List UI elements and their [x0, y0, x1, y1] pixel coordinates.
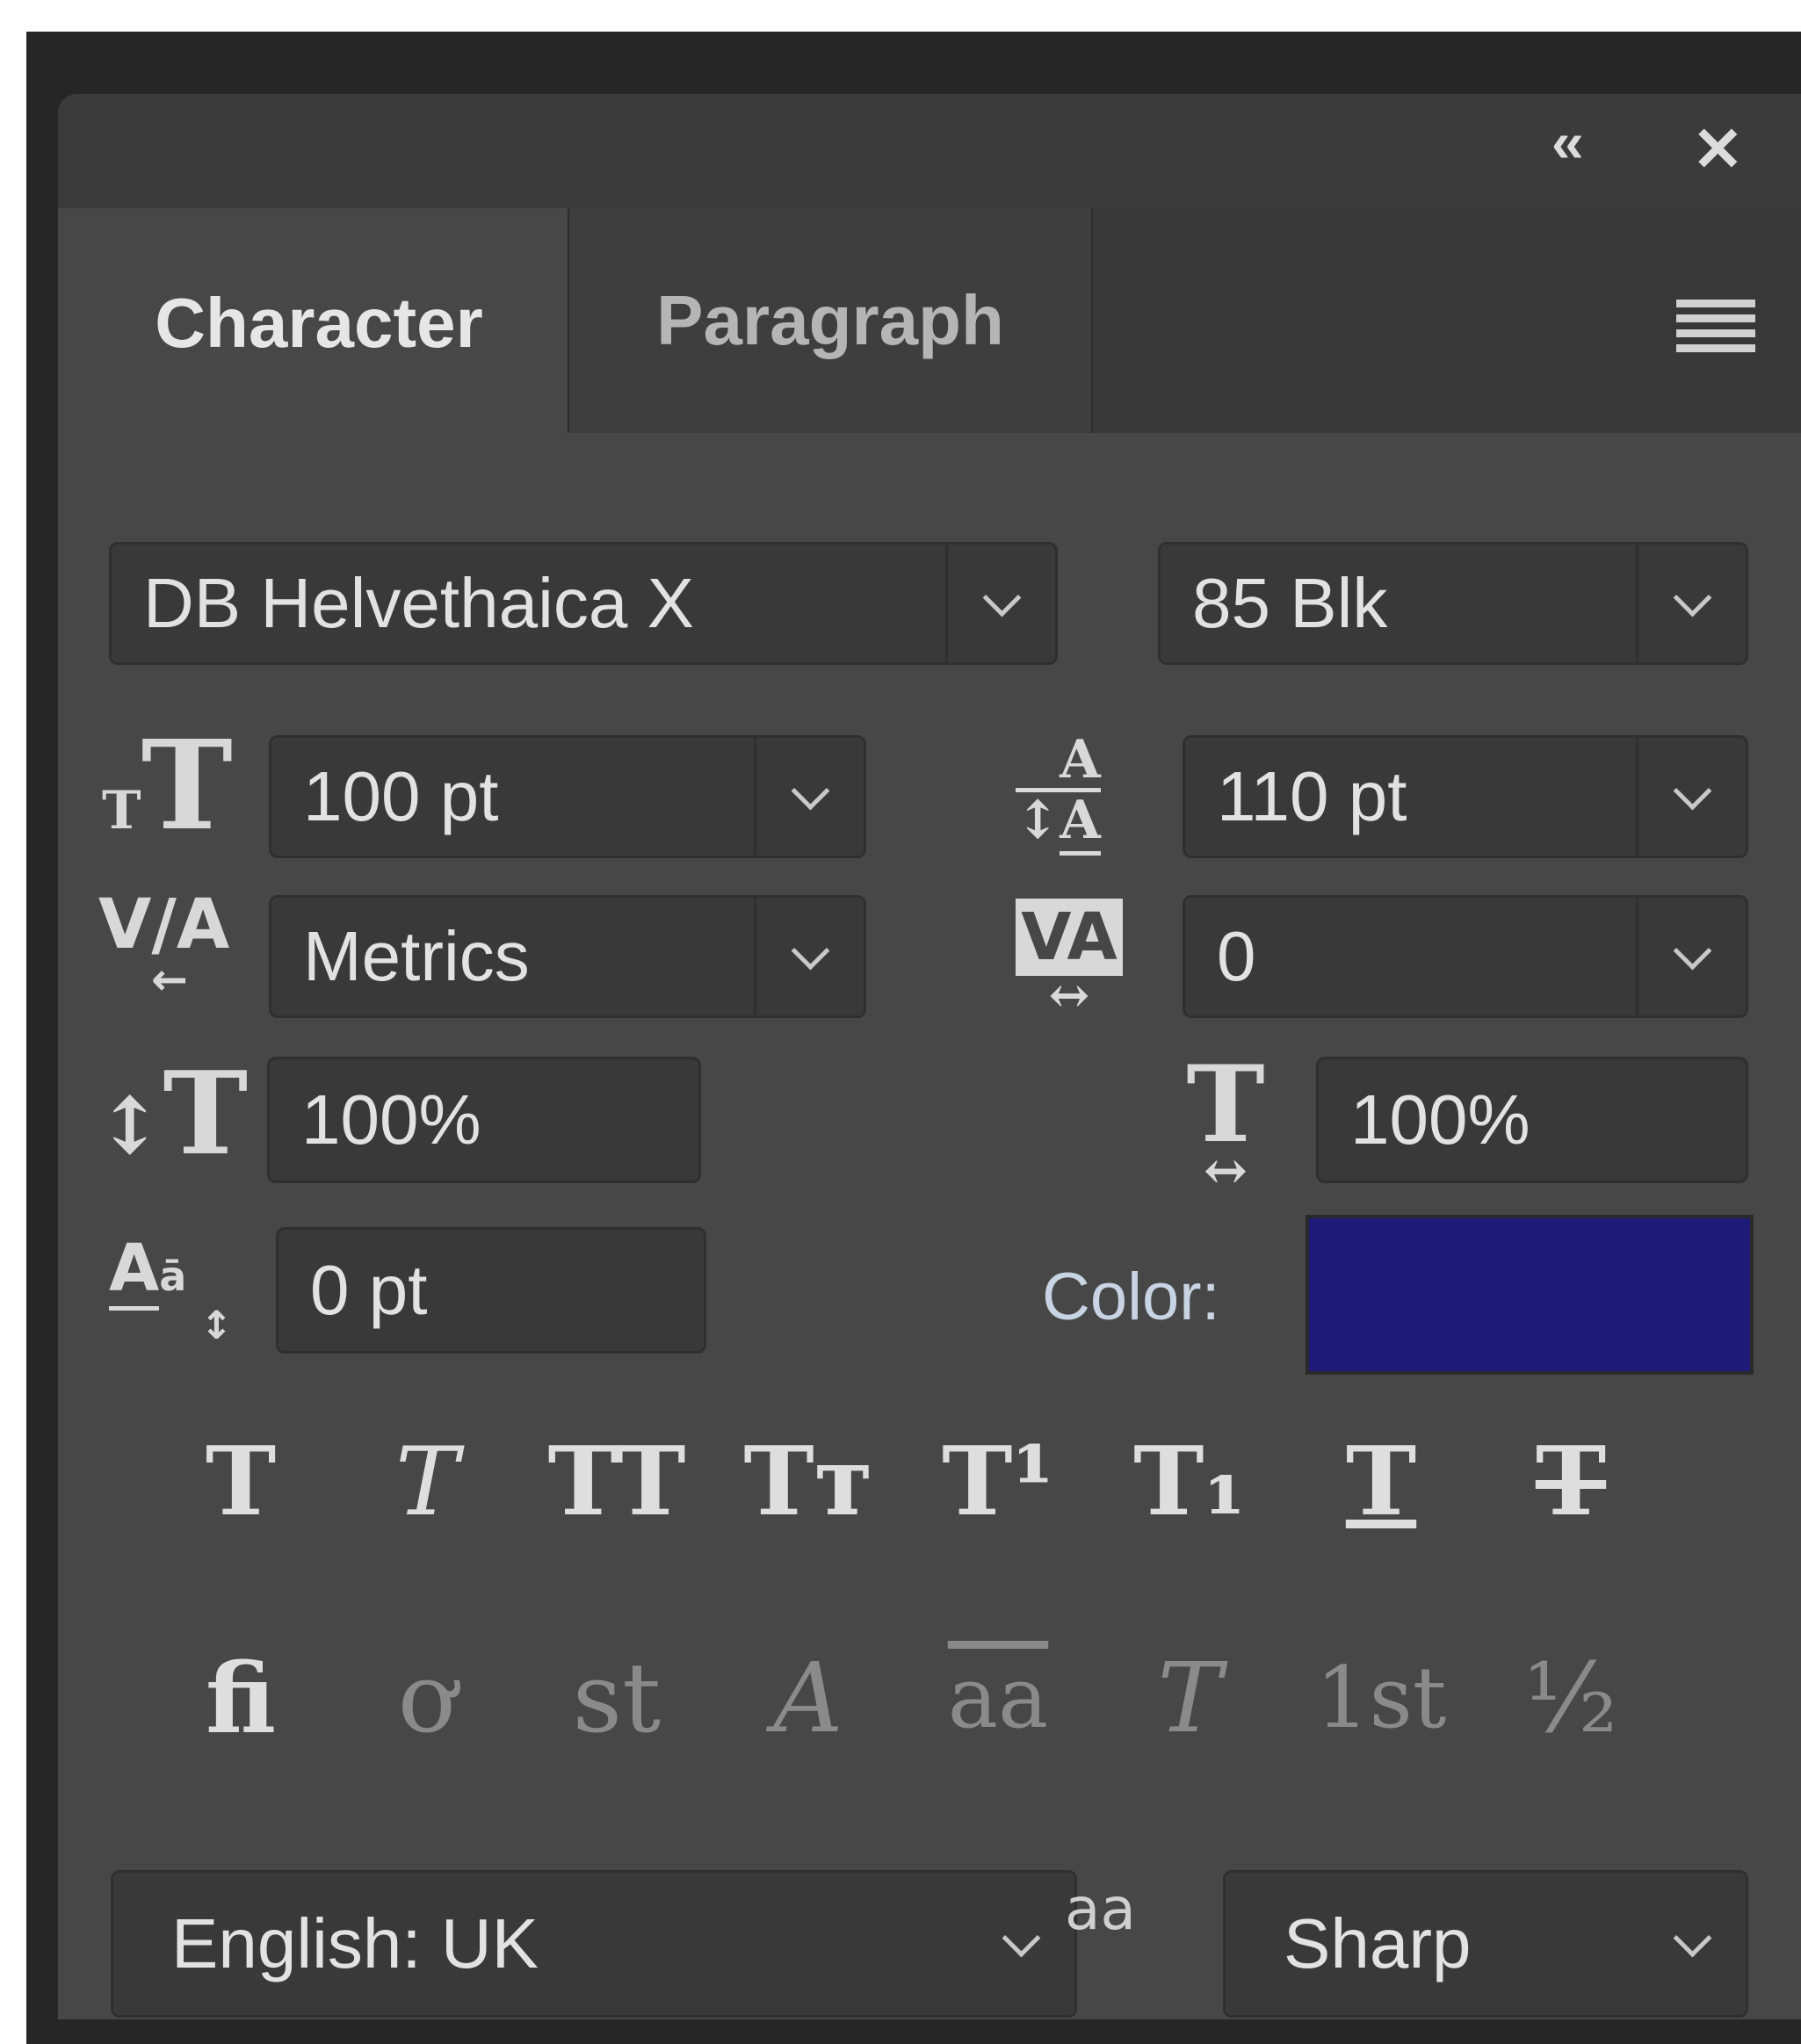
all-caps-button[interactable]: TT — [538, 1412, 696, 1552]
kerning-icon: V/A ← — [98, 885, 230, 1005]
faux-bold-button[interactable]: T — [162, 1412, 320, 1552]
font-size-value: 100 pt — [303, 757, 499, 835]
stylistic-alternates-button[interactable]: aa — [919, 1619, 1077, 1777]
language-select[interactable]: English: UK — [111, 1870, 1077, 2018]
panel-titlebar: ‹‹ ✕ — [58, 94, 1801, 208]
chevron-down-icon[interactable] — [1636, 898, 1746, 1015]
chevron-down-icon[interactable] — [754, 738, 864, 856]
chevron-down-icon[interactable] — [1636, 545, 1746, 662]
horizontal-scale-value: 100% — [1350, 1080, 1530, 1159]
antialias-value: Sharp — [1284, 1904, 1472, 1983]
color-swatch[interactable] — [1306, 1215, 1754, 1375]
language-value: English: UK — [171, 1904, 539, 1983]
fractions-button[interactable]: ½ — [1492, 1619, 1650, 1777]
small-caps-button[interactable]: Tт — [729, 1412, 887, 1552]
tracking-value: 0 — [1217, 917, 1256, 995]
chevron-down-icon[interactable] — [967, 1873, 1074, 2015]
tracking-field[interactable]: 0 — [1183, 895, 1748, 1018]
strikethrough-button[interactable]: T — [1492, 1412, 1650, 1552]
faux-italic-button[interactable]: T — [348, 1412, 506, 1552]
discretionary-ligatures-button[interactable]: st — [538, 1619, 696, 1777]
chevron-down-icon[interactable] — [945, 545, 1055, 662]
swash-button[interactable]: A — [729, 1619, 887, 1777]
leading-field[interactable]: 110 pt — [1183, 735, 1748, 858]
tracking-icon: VA ↔ — [1016, 899, 1123, 1020]
font-size-field[interactable]: 100 pt — [269, 735, 866, 858]
character-panel: ‹‹ ✕ Character Paragraph DB Helvethaica … — [58, 94, 1801, 2019]
standard-ligatures-button[interactable]: ﬁ — [162, 1619, 320, 1777]
ordinals-button[interactable]: 1st — [1302, 1619, 1460, 1777]
antialias-select[interactable]: Sharp — [1223, 1870, 1748, 2018]
tab-paragraph[interactable]: Paragraph — [568, 208, 1093, 433]
baseline-shift-icon: Aā ↕ — [109, 1231, 233, 1348]
subscript-button[interactable]: T₁ — [1110, 1412, 1269, 1552]
color-label: Color: — [1042, 1260, 1220, 1334]
underline-button[interactable]: T — [1302, 1412, 1460, 1552]
hamburger-menu-icon[interactable] — [1676, 300, 1755, 359]
tab-bar: Character Paragraph — [70, 208, 1801, 438]
vertical-scale-value: 100% — [301, 1080, 481, 1159]
font-style-value: 85 Blk — [1192, 564, 1388, 642]
font-family-select[interactable]: DB Helvethaica X — [109, 542, 1058, 665]
kerning-select[interactable]: Metrics — [269, 895, 866, 1018]
antialias-icon: aa — [1065, 1875, 1136, 1943]
vertical-scale-field[interactable]: 100% — [267, 1057, 701, 1183]
tab-character[interactable]: Character — [70, 208, 568, 438]
kerning-value: Metrics — [303, 917, 530, 995]
close-icon[interactable]: ✕ — [1692, 113, 1744, 185]
superscript-button[interactable]: T¹ — [919, 1412, 1077, 1552]
vertical-scale-icon: ↕T — [97, 1046, 249, 1181]
titling-alternates-button[interactable]: T — [1110, 1619, 1269, 1777]
chevron-down-icon[interactable] — [1638, 1873, 1746, 2015]
chevron-down-icon[interactable] — [1636, 738, 1746, 856]
leading-value: 110 pt — [1217, 757, 1407, 835]
baseline-shift-field[interactable]: 0 pt — [276, 1227, 706, 1354]
baseline-shift-value: 0 pt — [310, 1251, 428, 1329]
font-style-select[interactable]: 85 Blk — [1158, 542, 1748, 665]
chevron-down-icon[interactable] — [754, 898, 864, 1015]
horizontal-scale-field[interactable]: 100% — [1316, 1057, 1748, 1183]
leading-icon: A ↕A — [1016, 732, 1101, 856]
font-family-value: DB Helvethaica X — [143, 564, 694, 642]
font-size-icon: TT — [102, 714, 233, 858]
double-chevron-left-icon[interactable]: ‹‹ — [1551, 110, 1584, 175]
horizontal-scale-icon: T ↔ — [1186, 1043, 1265, 1202]
contextual-alternates-button[interactable]: ơ — [348, 1619, 506, 1777]
